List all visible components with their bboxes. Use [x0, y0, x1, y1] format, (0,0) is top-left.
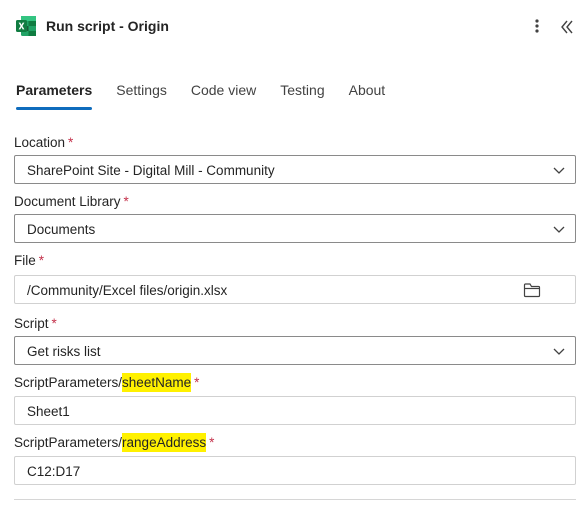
section-divider: [14, 499, 576, 500]
panel-header: Run script - Origin: [0, 0, 582, 52]
script-value: Get risks list: [27, 344, 101, 359]
excel-icon: [16, 16, 36, 36]
chevron-down-icon: [553, 226, 565, 233]
chevron-down-icon: [553, 348, 565, 355]
required-mark: *: [209, 435, 215, 450]
chevron-down-icon: [553, 167, 565, 174]
file-label-text: File: [14, 253, 36, 268]
script-label-text: Script: [14, 316, 49, 331]
panel-title: Run script - Origin: [46, 18, 169, 34]
range-address-label-highlight: rangeAddress: [122, 433, 207, 452]
sheet-name-input[interactable]: Sheet1: [14, 396, 576, 425]
tab-testing[interactable]: Testing: [280, 80, 324, 110]
file-value: /Community/Excel files/origin.xlsx: [27, 283, 228, 298]
more-vertical-icon[interactable]: [530, 16, 544, 36]
location-label: Location *: [14, 135, 73, 150]
location-dropdown[interactable]: SharePoint Site - Digital Mill - Communi…: [14, 155, 576, 184]
range-address-input[interactable]: C12:D17: [14, 456, 576, 485]
range-address-label: ScriptParameters/rangeAddress *: [14, 433, 215, 452]
tab-settings[interactable]: Settings: [116, 80, 167, 110]
location-label-text: Location: [14, 135, 66, 150]
sheet-name-value: Sheet1: [27, 404, 70, 419]
sheet-name-label-highlight: sheetName: [122, 373, 192, 392]
tab-parameters[interactable]: Parameters: [16, 80, 93, 110]
tab-bar: Parameters Settings Code view Testing Ab…: [16, 80, 409, 112]
required-mark: *: [51, 316, 57, 331]
required-mark: *: [194, 375, 200, 390]
sheet-name-label: ScriptParameters/sheetName *: [14, 373, 200, 392]
folder-icon[interactable]: [523, 282, 541, 298]
location-value: SharePoint Site - Digital Mill - Communi…: [27, 163, 275, 178]
required-mark: *: [123, 194, 129, 209]
document-library-label: Document Library *: [14, 194, 129, 209]
document-library-label-text: Document Library: [14, 194, 121, 209]
required-mark: *: [68, 135, 74, 150]
tab-about[interactable]: About: [349, 80, 386, 110]
document-library-value: Documents: [27, 222, 96, 237]
range-address-label-prefix: ScriptParameters/: [14, 435, 123, 450]
sheet-name-label-prefix: ScriptParameters/: [14, 375, 123, 390]
file-label: File *: [14, 253, 44, 268]
required-mark: *: [38, 253, 45, 268]
tab-code-view[interactable]: Code view: [191, 80, 256, 110]
range-address-value: C12:D17: [27, 464, 81, 479]
script-dropdown[interactable]: Get risks list: [14, 336, 576, 365]
file-input[interactable]: /Community/Excel files/origin.xlsx: [14, 275, 576, 304]
collapse-double-chevron-icon[interactable]: [558, 18, 576, 36]
script-label: Script *: [14, 316, 57, 331]
document-library-dropdown[interactable]: Documents: [14, 214, 576, 243]
